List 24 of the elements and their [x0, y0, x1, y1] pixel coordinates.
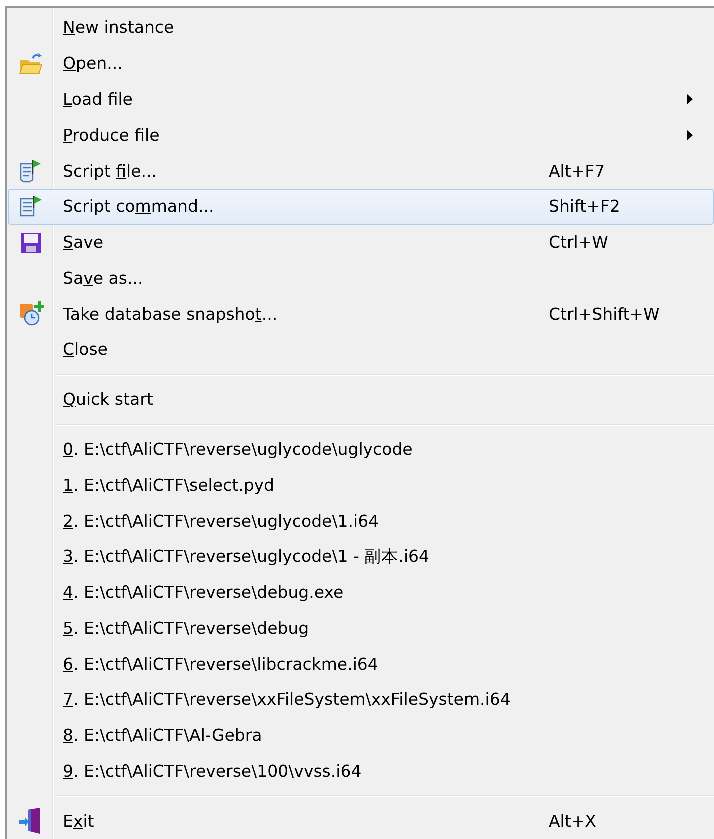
menu-item[interactable]: 5. E:\ctf\AliCTF\reverse\debug	[8, 610, 714, 646]
folder-icon	[18, 52, 44, 76]
menu-item[interactable]: Open...	[8, 46, 714, 82]
menu-item[interactable]: Save Ctrl+W	[8, 224, 714, 260]
menu-item[interactable]: Script command... Shift+F2	[8, 188, 714, 225]
menu-item[interactable]: 9. E:\ctf\AliCTF\reverse\100\vvss.i64	[8, 754, 714, 790]
menu-item[interactable]: 6. E:\ctf\AliCTF\reverse\libcrackme.i64	[8, 646, 714, 682]
menu-item[interactable]: Quick start	[8, 382, 714, 418]
menu-item[interactable]: 4. E:\ctf\AliCTF\reverse\debug.exe	[8, 574, 714, 610]
menu-item[interactable]: Exit Alt+X	[8, 803, 714, 839]
menu-item[interactable]: Close	[8, 332, 714, 368]
menu-item[interactable]: 2. E:\ctf\AliCTF\reverse\uglycode\1.i64	[8, 503, 714, 539]
menu-item[interactable]: 1. E:\ctf\AliCTF\select.pyd	[8, 467, 714, 504]
menu-item[interactable]: 8. E:\ctf\AliCTF\Al-Gebra	[8, 718, 714, 754]
menu-item[interactable]: 7. E:\ctf\AliCTF\reverse\xxFileSystem\xxFileSystem.i64	[8, 682, 714, 718]
menu-item[interactable]: Save as...	[8, 260, 714, 296]
menu-item[interactable]: Script file... Alt+F7	[8, 153, 714, 189]
menu-item[interactable]: Load file	[8, 82, 714, 118]
menu-item[interactable]: 0. E:\ctf\AliCTF\reverse\uglycode\uglycode	[8, 432, 714, 468]
menu-item[interactable]: Take database snapshot... Ctrl+Shift+W	[8, 296, 714, 332]
menu-item[interactable]: 3. E:\ctf\AliCTF\reverse\uglycode\1 - 副本.i64	[8, 538, 714, 575]
database-clock-icon	[18, 301, 44, 328]
menu-item[interactable]: Produce file	[8, 117, 714, 154]
menu-item[interactable]: New instance	[8, 10, 714, 46]
